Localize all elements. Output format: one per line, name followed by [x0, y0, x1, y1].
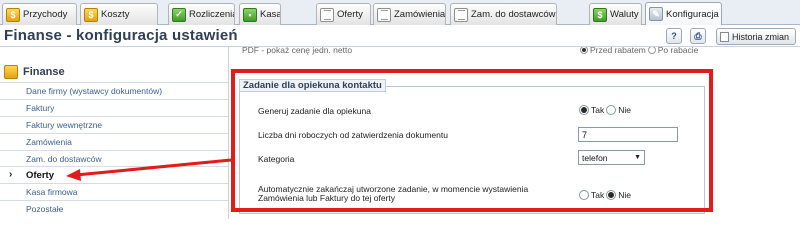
sidebar-item-label: Faktury	[26, 103, 55, 113]
tab-waluty[interactable]: $ Waluty	[589, 3, 642, 25]
tab-label: Rozliczenia	[189, 9, 235, 20]
working-days-label: Liczba dni roboczych od zatwierdzenia do…	[258, 130, 448, 140]
working-days-input[interactable]	[578, 127, 678, 142]
coins-icon: $	[84, 7, 98, 22]
partial-row-options: Przed rabatem Po rabacie	[580, 47, 698, 55]
tab-label: Zam. do dostawców	[471, 9, 556, 20]
partial-setting-row: PDF - pokaż cenę jedn. netto Przed rabat…	[240, 47, 800, 59]
sidebar-item-faktury[interactable]: Faktury	[0, 99, 228, 116]
radio-label: Przed rabatem	[590, 47, 646, 55]
sidebar-item-kasa-firmowa[interactable]: Kasa firmowa	[0, 183, 228, 200]
radio-label: Nie	[618, 105, 631, 115]
tab-oferty[interactable]: Oferty	[316, 3, 371, 25]
history-button-label: Historia zmian	[732, 31, 790, 42]
tab-label: Oferty	[337, 9, 363, 20]
tab-label: Kasa	[260, 9, 281, 20]
history-doc-icon	[720, 31, 729, 42]
category-value: telefon	[582, 152, 608, 163]
chevron-right-icon: ›	[9, 169, 13, 180]
tab-zamowienia[interactable]: Zamówienia	[373, 3, 446, 25]
tab-label: Przychody	[23, 9, 68, 20]
help-button[interactable]: ?	[666, 28, 682, 44]
document-icon	[454, 7, 468, 22]
sidebar-item-label: Zam. do dostawców	[26, 154, 102, 164]
radio-label: Po rabacie	[657, 47, 699, 55]
sidebar-item-label: Dane firmy (wystawcy dokumentów)	[26, 86, 163, 96]
sidebar-item-pozostale[interactable]: Pozostałe	[0, 200, 228, 217]
sidebar: Finanse Dane firmy (wystawcy dokumentów)…	[0, 60, 228, 219]
page-title: Finanse - konfiguracja ustawień	[4, 27, 238, 44]
generate-task-yes-radio[interactable]	[579, 105, 589, 115]
wrench-icon: ✎	[649, 7, 663, 21]
auto-complete-no-radio[interactable]	[606, 190, 617, 200]
sidebar-divider	[228, 47, 229, 219]
tab-koszty[interactable]: $ Koszty	[80, 3, 158, 25]
help-icon: ?	[671, 31, 677, 41]
sidebar-item-label: Kasa firmowa	[26, 187, 78, 197]
print-button[interactable]: ⎙	[690, 28, 706, 44]
tab-label: Zamówienia	[394, 9, 446, 20]
radio-label: Nie	[618, 190, 631, 200]
tab-label: Koszty	[101, 9, 130, 20]
radio-after-discount[interactable]	[647, 47, 656, 54]
document-icon	[377, 7, 391, 22]
sidebar-item-label: Zamówienia	[26, 137, 72, 147]
page-header: Finanse - konfiguracja ustawień ? ⎙ Hist…	[0, 25, 800, 47]
coins-icon: $	[6, 7, 20, 22]
sidebar-item-dane-firmy[interactable]: Dane firmy (wystawcy dokumentów)	[0, 82, 228, 99]
top-tab-bar: $ Przychody $ Koszty ✓ Rozliczenia ▪ Kas…	[0, 0, 800, 25]
tab-zam-do-dostawcow[interactable]: Zam. do dostawców	[450, 3, 557, 25]
auto-complete-options: Tak Nie	[579, 190, 631, 200]
fieldset-legend: Zadanie dla opiekuna kontaktu	[239, 79, 386, 92]
printer-icon: ⎙	[694, 30, 702, 41]
tab-konfiguracja[interactable]: ✎ Konfiguracja	[645, 2, 722, 25]
settlement-icon: ✓	[172, 7, 186, 22]
category-label: Kategoria	[258, 154, 295, 164]
generate-task-options: Tak Nie	[579, 105, 631, 115]
radio-label: Tak	[591, 105, 605, 115]
sidebar-item-label: Oferty	[26, 169, 54, 181]
document-icon	[320, 7, 334, 22]
auto-complete-label: Automatycznie zakańczaj utworzone zadani…	[258, 185, 528, 203]
tab-przychody[interactable]: $ Przychody	[2, 3, 77, 25]
tab-rozliczenia[interactable]: ✓ Rozliczenia	[168, 3, 235, 25]
sidebar-item-faktury-wewnetrzne[interactable]: Faktury wewnętrzne	[0, 116, 228, 133]
tab-label: Konfiguracja	[666, 8, 719, 20]
generate-task-label: Generuj zadanie dla opiekuna	[258, 106, 371, 116]
tab-kasa[interactable]: ▪ Kasa	[239, 3, 281, 25]
cash-register-icon: ▪	[243, 7, 257, 22]
sidebar-item-label: Faktury wewnętrzne	[26, 120, 103, 130]
auto-complete-yes-radio[interactable]	[579, 190, 589, 200]
history-button[interactable]: Historia zmian	[716, 28, 796, 45]
auto-complete-label-line2: Zamówienia lub Faktury do tej oferty	[258, 193, 396, 203]
dollar-icon: $	[593, 7, 607, 22]
category-select[interactable]: telefon ▼	[578, 150, 645, 165]
tab-label: Waluty	[610, 9, 639, 20]
sidebar-title: Finanse	[23, 66, 65, 78]
generate-task-no-radio[interactable]	[606, 105, 617, 115]
radio-label: Tak	[591, 190, 605, 200]
radio-before-discount[interactable]	[580, 47, 588, 54]
sidebar-item-label: Pozostałe	[26, 204, 64, 214]
dropdown-arrow-icon: ▼	[634, 154, 641, 161]
sidebar-item-zamowienia[interactable]: Zamówienia	[0, 133, 228, 150]
coins-icon	[4, 65, 18, 79]
sidebar-item-oferty[interactable]: › Oferty	[0, 166, 228, 183]
sidebar-item-zam-do-dostawcow[interactable]: Zam. do dostawców	[0, 150, 228, 167]
sidebar-header: Finanse	[4, 65, 65, 79]
partial-row-label: PDF - pokaż cenę jedn. netto	[242, 47, 353, 55]
